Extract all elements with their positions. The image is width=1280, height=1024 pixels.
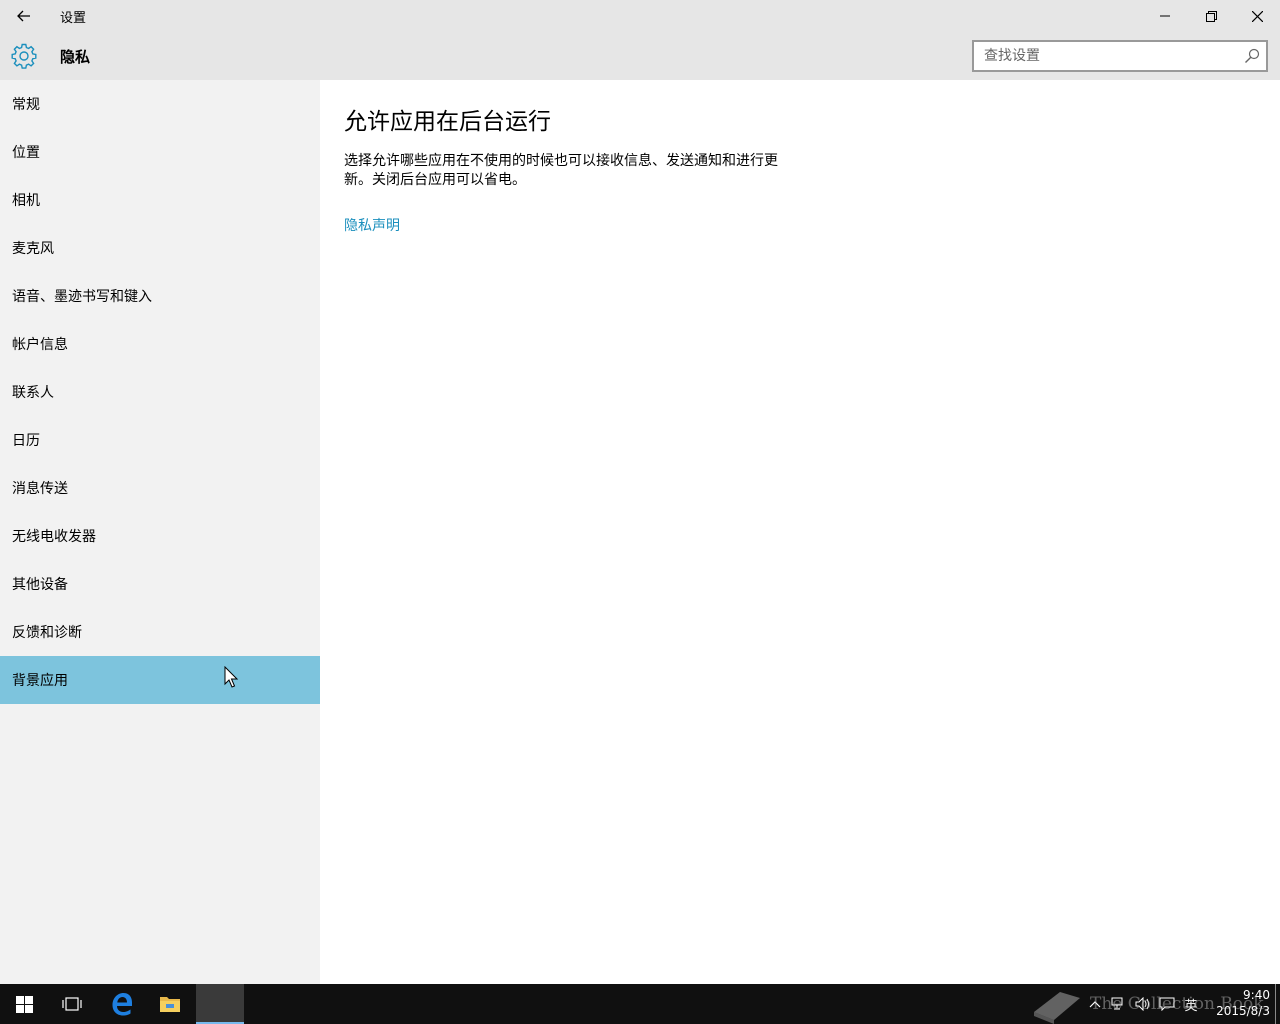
sidebar-item-messaging[interactable]: 消息传送 <box>0 464 320 512</box>
title-bar: 设置 <box>0 0 1280 32</box>
back-button[interactable] <box>0 0 48 32</box>
task-view-icon <box>62 997 82 1011</box>
sidebar-item-other-devices[interactable]: 其他设备 <box>0 560 320 608</box>
chevron-up-icon <box>1089 1001 1101 1008</box>
start-button[interactable] <box>0 984 48 1024</box>
sidebar-item-contacts[interactable]: 联系人 <box>0 368 320 416</box>
sidebar-item-background-apps[interactable]: 背景应用 <box>0 656 320 704</box>
sidebar-item-general[interactable]: 常规 <box>0 80 320 128</box>
sidebar-item-feedback-diagnostics[interactable]: 反馈和诊断 <box>0 608 320 656</box>
sidebar-item-location[interactable]: 位置 <box>0 128 320 176</box>
search-icon[interactable] <box>1244 48 1260 64</box>
sidebar-item-account-info[interactable]: 帐户信息 <box>0 320 320 368</box>
clock[interactable]: 9:40 2015/8/3 <box>1206 987 1270 1019</box>
edge-icon <box>112 993 132 1016</box>
gear-icon <box>11 43 37 69</box>
search-input[interactable] <box>974 42 1234 70</box>
task-view-button[interactable] <box>48 984 96 1024</box>
mouse-cursor-icon <box>224 666 239 688</box>
main-content: 允许应用在后台运行 选择允许哪些应用在不使用的时候也可以接收信息、发送通知和进行… <box>320 80 1280 984</box>
back-arrow-icon <box>17 10 30 22</box>
clock-time: 9:40 <box>1243 988 1270 1002</box>
minimize-icon <box>1160 15 1170 17</box>
windows-logo-icon <box>15 995 33 1013</box>
page-header: 隐私 <box>0 32 1280 80</box>
action-center-button[interactable] <box>1156 984 1178 1024</box>
folder-icon <box>160 997 180 1012</box>
settings-taskbar-button[interactable] <box>196 984 244 1024</box>
close-button[interactable] <box>1234 0 1280 32</box>
sidebar-item-calendar[interactable]: 日历 <box>0 416 320 464</box>
window-title: 设置 <box>60 11 87 26</box>
search-box[interactable] <box>972 40 1268 72</box>
taskbar: 英 9:40 2015/8/3 <box>0 984 1280 1024</box>
restore-button[interactable] <box>1188 0 1234 32</box>
sidebar: 常规 位置 相机 麦克风 语音、墨迹书写和键入 帐户信息 联系人 日历 消息传送… <box>0 80 320 984</box>
privacy-statement-link[interactable]: 隐私声明 <box>344 215 400 235</box>
restore-icon <box>1205 10 1217 22</box>
section-title: 隐私 <box>60 48 91 66</box>
network-button[interactable] <box>1108 984 1130 1024</box>
network-icon <box>1111 997 1123 1010</box>
clock-date: 2015/8/3 <box>1216 1004 1270 1018</box>
page-title: 允许应用在后台运行 <box>344 109 551 135</box>
edge-browser-button[interactable] <box>98 984 146 1024</box>
message-icon <box>1159 997 1175 1011</box>
sidebar-item-speech-inking-typing[interactable]: 语音、墨迹书写和键入 <box>0 272 320 320</box>
close-icon <box>1251 10 1263 22</box>
input-method-indicator[interactable]: 英 <box>1180 984 1202 1024</box>
show-hidden-icons-button[interactable] <box>1084 984 1106 1024</box>
sidebar-item-radios[interactable]: 无线电收发器 <box>0 512 320 560</box>
show-desktop-button[interactable] <box>1275 984 1276 1024</box>
file-explorer-button[interactable] <box>146 984 194 1024</box>
sidebar-item-camera[interactable]: 相机 <box>0 176 320 224</box>
volume-button[interactable] <box>1132 984 1154 1024</box>
sidebar-item-microphone[interactable]: 麦克风 <box>0 224 320 272</box>
page-description: 选择允许哪些应用在不使用的时候也可以接收信息、发送通知和进行更新。关闭后台应用可… <box>344 153 778 188</box>
speaker-icon <box>1135 997 1149 1011</box>
minimize-button[interactable] <box>1142 0 1188 32</box>
